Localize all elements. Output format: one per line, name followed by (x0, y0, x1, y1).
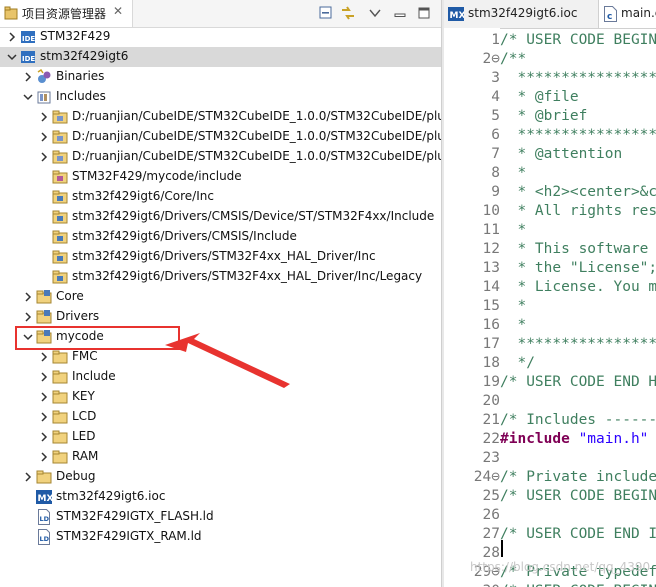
line-number: 15 (482, 298, 500, 314)
line-number: 23 (482, 450, 500, 466)
line-number: 5 (491, 108, 500, 124)
code-line: ****************************************… (517, 70, 656, 86)
code-line: /* USER CODE END Header */ (500, 374, 656, 390)
line-number: 26 (482, 507, 500, 523)
line-number: 24⊖ (473, 469, 500, 485)
line-number: 2⊖ (482, 51, 500, 67)
code-line: * (500, 165, 527, 181)
mx-file-icon: MX (448, 7, 464, 21)
line-number: 3 (491, 70, 500, 86)
svg-text:MX: MX (450, 11, 465, 21)
line-number: 6 (491, 127, 500, 143)
line-number: 30 (454, 582, 500, 587)
code-editor[interactable]: /* USER CODE BEGIN Header *//** ********… (500, 28, 656, 587)
code-line: * (500, 298, 527, 314)
code-line: */ (500, 355, 535, 371)
code-line: * @file : main.c (517, 89, 579, 105)
line-number: 20 (482, 393, 500, 409)
editor-area: MX stm32f429igt6.ioc c main.c 1 2⊖ 3 4 5 6 7 8 9… (444, 0, 656, 587)
editor-tab-label: stm32f429igt6.ioc (468, 6, 578, 20)
code-line: * @brief : Main program body (517, 108, 588, 124)
line-number: 4 (491, 89, 500, 105)
line-number: 14 (482, 279, 500, 295)
line-number: 22 (482, 431, 500, 447)
code-line: ****************************************… (517, 127, 656, 143)
code-line: /* USER CODE BEGIN Header */ (500, 32, 656, 48)
line-number: 11 (482, 222, 500, 238)
line-number: 25 (482, 488, 500, 504)
code-line: ****************************************… (517, 336, 656, 352)
line-number: 8 (491, 165, 500, 181)
line-number: 13 (482, 260, 500, 276)
code-line: /* USER CODE BEGIN Includes */ (500, 488, 656, 504)
code-line: * License. You may obtain a copy (517, 279, 656, 295)
code-line: * All rights reserved.</center></h2> (517, 203, 656, 219)
line-number: 7 (491, 146, 500, 162)
line-number: 19 (482, 374, 500, 390)
line-number: 18 (482, 355, 500, 371)
text-caret (501, 540, 503, 557)
c-file-icon: c (604, 6, 617, 22)
line-number-gutter: 1 2⊖ 3 4 5 6 7 8 9 10 11 12 13 14 15 16 17 18 19 20 21 22 23 24… (444, 28, 500, 587)
code-line: * the "License"; You may not use this (517, 260, 656, 276)
editor-tab-ioc[interactable]: MX stm32f429igt6.ioc (444, 0, 598, 28)
line-number: 10 (482, 203, 500, 219)
code-line: /* USER CODE BEGIN PTD */ (500, 582, 656, 587)
code-line: /** (500, 51, 527, 67)
watermark: https://blog.csdn.net/qq_4390 (470, 560, 651, 574)
code-line: * @attention (500, 146, 623, 162)
line-number: 12 (482, 241, 500, 257)
code-line: #include "main.h" (500, 430, 648, 449)
project-explorer-view: 项目资源管理器 ✕ IDE STM32F429 IDE stm32f429igt6 Bi… (0, 0, 441, 587)
code-line: * (500, 317, 527, 333)
line-number: 21 (482, 412, 500, 428)
preprocessor-keyword: #include (500, 431, 579, 447)
code-line: * <h2><center>&copy; Copyright (c) (517, 184, 656, 200)
svg-text:c: c (607, 12, 612, 22)
editor-tabbar: MX stm32f429igt6.ioc c main.c (444, 0, 656, 29)
line-number: 27 (482, 526, 500, 542)
code-line: /* Private includes --------------------… (500, 469, 656, 485)
line-number: 9 (491, 184, 500, 200)
code-line: /* USER CODE END Includes */ (500, 526, 656, 542)
code-line: /* Includes ---------------------------- (500, 412, 656, 428)
editor-tab-main-c[interactable]: c main.c (598, 0, 656, 28)
line-number: 17 (482, 336, 500, 352)
line-number: 16 (482, 317, 500, 333)
annotation-arrow (165, 333, 290, 388)
include-path-string: "main.h" (578, 431, 649, 447)
code-line: * (500, 222, 527, 238)
line-number: 1 (491, 32, 500, 48)
code-line: * This software component is licensed (517, 241, 649, 257)
editor-tab-label: main.c (621, 6, 656, 20)
